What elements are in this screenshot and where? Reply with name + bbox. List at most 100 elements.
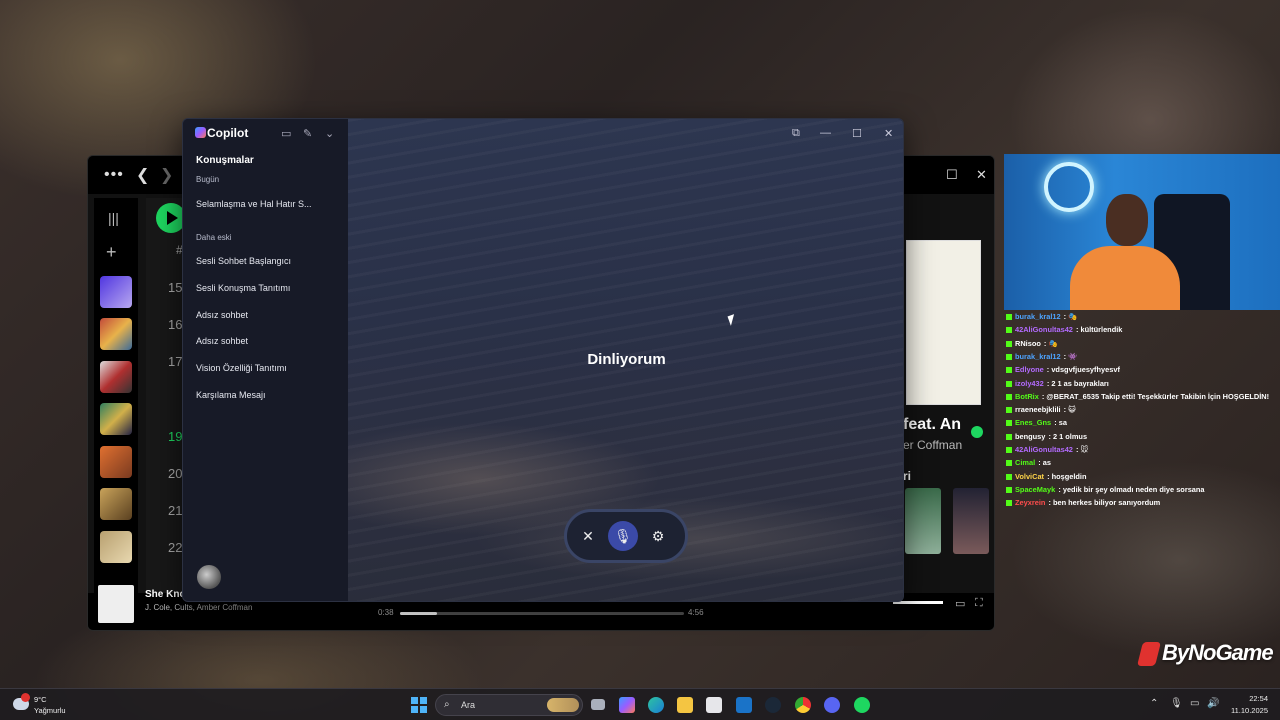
clock-date[interactable]: 11.10.2025 xyxy=(1224,706,1268,715)
microphone-icon[interactable]: 🎙 xyxy=(1170,698,1183,709)
conversation-item[interactable]: Selamlaşma ve Hal Hatır S... xyxy=(196,199,312,209)
conversation-item[interactable]: Sesli Sohbet Başlangıcı xyxy=(196,256,291,266)
chat-message: Edlyone : vdsgvfjuesyfhyesvf xyxy=(1006,365,1120,374)
now-playing-artists[interactable]: J. Cole, Cults, Amber Coffman xyxy=(145,603,252,612)
menu-icon[interactable]: ••• xyxy=(104,166,124,184)
related-thumb[interactable] xyxy=(953,488,989,554)
spotify-icon[interactable] xyxy=(854,697,870,713)
clock-time[interactable]: 22:54 xyxy=(1224,694,1268,703)
temperature[interactable]: 9°C xyxy=(34,695,47,704)
chat-username[interactable]: rraeneebjklili xyxy=(1015,405,1061,414)
chat-username[interactable]: bengusy xyxy=(1015,432,1045,441)
start-button[interactable] xyxy=(411,697,427,713)
maximize-icon[interactable]: ☐ xyxy=(852,127,862,140)
chat-username[interactable]: burak_kral12 xyxy=(1015,312,1061,321)
chat-username[interactable]: burak_kral12 xyxy=(1015,352,1061,361)
chat-username[interactable]: 42AliGonultas42 xyxy=(1015,325,1073,334)
chat-text: : sa xyxy=(1052,418,1067,428)
kick-badge-icon xyxy=(1006,380,1012,387)
sidebar-toggle-icon[interactable]: ▭ xyxy=(281,127,291,140)
voice-settings-button[interactable]: ⚙ xyxy=(643,521,673,551)
conversation-item[interactable]: Adsız sohbet xyxy=(196,336,248,346)
chat-text: : 🎭 xyxy=(1061,312,1078,321)
track-number-playing[interactable]: 19 xyxy=(168,429,182,444)
conversation-item[interactable]: Karşılama Mesajı xyxy=(196,390,266,400)
chat-username[interactable]: BotRix xyxy=(1015,392,1039,401)
chat-text: : hoşgeldin xyxy=(1045,471,1087,481)
library-icon[interactable]: ||| xyxy=(108,210,119,226)
now-playing-art[interactable] xyxy=(98,585,134,623)
saved-check-icon[interactable] xyxy=(971,426,983,438)
chat-text: : 🎭 xyxy=(1041,338,1058,348)
group-today-label: Bugün xyxy=(196,175,220,184)
fullscreen-icon[interactable]: ⛶ xyxy=(975,597,983,610)
file-explorer-icon[interactable] xyxy=(677,697,693,713)
store-icon[interactable] xyxy=(706,697,722,713)
track-number[interactable]: 16 xyxy=(168,317,182,332)
progress-bar[interactable] xyxy=(400,612,684,615)
maximize-icon[interactable]: ☐ xyxy=(946,167,958,183)
conversation-item[interactable]: Sesli Konuşma Tanıtımı xyxy=(196,283,290,293)
playlist-thumb[interactable] xyxy=(100,488,132,520)
search-box[interactable]: ⌕ Ara xyxy=(435,694,583,716)
forward-arrow-icon[interactable]: ❯ xyxy=(160,165,173,185)
chat-message: burak_kral12 : 🎭 xyxy=(1006,312,1077,321)
back-arrow-icon[interactable]: ❮ xyxy=(136,165,149,185)
related-thumb[interactable] xyxy=(905,488,941,554)
kick-badge-icon xyxy=(1006,447,1012,454)
user-avatar[interactable] xyxy=(197,565,221,589)
song-artist: er Coffman xyxy=(903,438,963,452)
track-number[interactable]: 17 xyxy=(168,354,182,369)
liked-songs-thumb[interactable] xyxy=(100,276,132,308)
task-view-icon[interactable] xyxy=(591,699,605,710)
mic-button[interactable]: 🎙 xyxy=(608,521,638,551)
chevron-up-icon[interactable]: ⌃ xyxy=(1150,698,1158,709)
chat-username[interactable]: Cimal xyxy=(1015,458,1035,467)
popout-icon[interactable]: ⧉ xyxy=(792,127,800,140)
steam-icon[interactable] xyxy=(765,697,781,713)
kick-badge-icon xyxy=(1006,486,1012,493)
track-number[interactable]: 20 xyxy=(168,466,182,481)
track-number[interactable]: 22 xyxy=(168,540,182,555)
miniplayer-icon[interactable]: ▭ xyxy=(955,597,965,610)
chat-username[interactable]: SpaceMayk xyxy=(1015,485,1055,494)
end-voice-button[interactable]: ✕ xyxy=(573,521,603,551)
minimize-icon[interactable]: — xyxy=(820,127,831,139)
kick-badge-icon xyxy=(1006,367,1012,374)
chat-text: : yedik bir şey olmadı neden diye sorsan… xyxy=(1056,484,1205,494)
discord-icon[interactable] xyxy=(824,697,840,713)
track-number[interactable]: 21 xyxy=(168,503,182,518)
playlist-thumb[interactable] xyxy=(100,361,132,393)
playlist-thumb[interactable] xyxy=(100,446,132,478)
chat-username[interactable]: Enes_Gns xyxy=(1015,418,1051,427)
chat-username[interactable]: Edlyone xyxy=(1015,365,1044,374)
edge-icon[interactable] xyxy=(648,697,664,713)
add-icon[interactable]: + xyxy=(106,242,117,263)
playlist-thumb[interactable] xyxy=(100,318,132,350)
close-icon[interactable]: ✕ xyxy=(976,167,987,183)
chat-message: 42AliGonultas42 : 🐭 xyxy=(1006,445,1088,454)
chat-username[interactable]: izoly432 xyxy=(1015,379,1044,388)
chat-username[interactable]: 42AliGonultas42 xyxy=(1015,445,1073,454)
chat-username[interactable]: Zeyxrein xyxy=(1015,498,1045,507)
conversation-item[interactable]: Vision Özelliği Tanıtımı xyxy=(196,363,287,373)
chat-username[interactable]: VolviCat xyxy=(1015,472,1044,481)
chat-username[interactable]: RNisoo xyxy=(1015,339,1041,348)
playlist-thumb[interactable] xyxy=(100,531,132,563)
kick-badge-icon xyxy=(1006,353,1012,360)
new-chat-icon[interactable]: ✎ xyxy=(303,127,312,140)
playlist-thumb[interactable] xyxy=(100,403,132,435)
outlook-icon[interactable] xyxy=(736,697,752,713)
chat-message: SpaceMayk : yedik bir şey olmadı neden d… xyxy=(1006,485,1205,494)
volume-icon[interactable]: 🔊 xyxy=(1207,698,1219,709)
conversation-item[interactable]: Adsız sohbet xyxy=(196,310,248,320)
chat-message: Zeyxrein : ben herkes biliyor sanıyordum xyxy=(1006,498,1160,507)
close-icon[interactable]: ✕ xyxy=(884,127,893,140)
display-icon[interactable]: ▭ xyxy=(1190,698,1199,709)
copilot-taskbar-icon[interactable] xyxy=(619,697,635,713)
track-number[interactable]: 15 xyxy=(168,280,182,295)
chrome-icon[interactable] xyxy=(795,697,811,713)
conversations-heading: Konuşmalar xyxy=(196,155,254,166)
chevron-down-icon[interactable]: ⌄ xyxy=(325,127,334,140)
weather-condition[interactable]: Yağmurlu xyxy=(34,706,66,715)
